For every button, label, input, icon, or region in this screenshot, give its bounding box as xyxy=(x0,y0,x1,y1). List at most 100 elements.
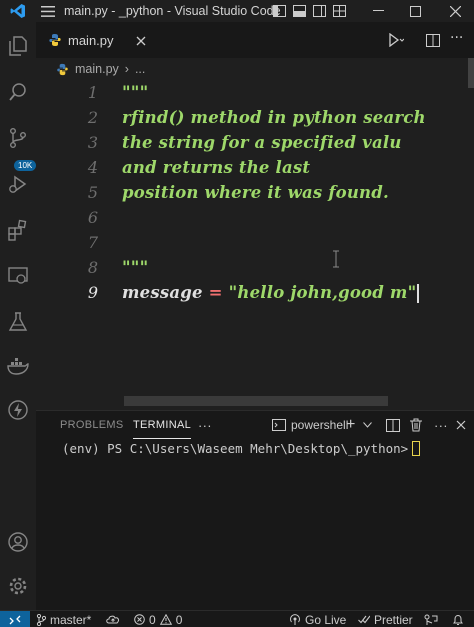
line-text: """ xyxy=(122,258,149,277)
error-count: 0 xyxy=(149,612,156,627)
tab-terminal[interactable]: TERMINAL xyxy=(133,411,192,439)
tab-problems[interactable]: PROBLEMS xyxy=(60,411,124,439)
line-text: message = "hello john,good m" xyxy=(122,282,420,303)
warning-count: 0 xyxy=(175,612,183,627)
new-terminal-plus-icon[interactable]: + xyxy=(346,411,356,439)
code-editor[interactable]: 1 """ 2 rfind() method in python search … xyxy=(36,80,474,410)
testing-flask-icon[interactable] xyxy=(0,304,36,340)
breadcrumb-separator-icon: › xyxy=(124,62,129,76)
token-variable: message xyxy=(122,282,203,302)
mouse-ibeam-cursor-icon xyxy=(331,250,341,268)
editor-tab-bar: main.py ··· xyxy=(36,22,474,58)
minimize-icon[interactable] xyxy=(360,0,396,22)
tab-label: main.py xyxy=(68,32,114,48)
text-cursor xyxy=(417,283,420,303)
error-icon xyxy=(134,614,145,625)
python-file-icon xyxy=(57,63,68,75)
terminal-output[interactable]: (env) PS C:\Users\Waseem Mehr\Desktop\_p… xyxy=(62,441,421,456)
code-line: 7 xyxy=(36,230,474,255)
line-text: """ xyxy=(122,83,149,102)
panel-more-icon[interactable]: ··· xyxy=(198,411,212,439)
close-window-icon[interactable] xyxy=(436,0,474,22)
panel-tab-bar: PROBLEMS TERMINAL ··· powershell + ··· xyxy=(36,411,474,439)
vscode-logo-icon xyxy=(0,0,36,22)
toggle-panel-icon[interactable] xyxy=(290,0,308,22)
go-live-label: Go Live xyxy=(305,612,347,627)
code-line: 1 """ xyxy=(36,80,474,105)
problems-indicator[interactable]: 0 0 xyxy=(134,611,182,627)
line-number: 8 xyxy=(87,258,98,277)
branch-name: master* xyxy=(50,612,92,627)
breadcrumb: main.py › ... xyxy=(56,58,145,80)
sync-icon[interactable] xyxy=(106,611,120,627)
line-text: the string for a specified valu xyxy=(122,133,402,152)
token-string: "hello john,good m" xyxy=(228,282,417,302)
line-number: 7 xyxy=(87,233,98,252)
terminal-cursor xyxy=(412,441,421,456)
extensions-icon[interactable] xyxy=(0,212,36,248)
run-debug-icon[interactable] xyxy=(0,166,36,202)
code-line: 6 xyxy=(36,205,474,230)
git-branch-icon xyxy=(36,613,46,626)
toggle-secondary-sidebar-icon[interactable] xyxy=(310,0,328,22)
remote-explorer-icon[interactable] xyxy=(0,258,36,294)
run-python-file-icon[interactable] xyxy=(388,32,405,51)
panel-more-actions-icon[interactable]: ··· xyxy=(434,411,448,439)
line-number: 2 xyxy=(87,108,98,127)
explorer-icon[interactable] xyxy=(0,28,36,64)
code-line: 3 the string for a specified valu xyxy=(36,130,474,155)
menu-icon[interactable] xyxy=(36,0,60,22)
toggle-primary-sidebar-icon[interactable] xyxy=(270,0,288,22)
terminal-icon xyxy=(272,419,286,431)
feedback-icon[interactable] xyxy=(424,611,438,627)
split-terminal-icon[interactable] xyxy=(386,411,400,439)
line-number: 5 xyxy=(87,183,98,202)
remote-indicator[interactable] xyxy=(0,611,30,627)
line-text: position where it was found. xyxy=(122,183,389,202)
breadcrumb-file[interactable]: main.py xyxy=(75,62,119,76)
horizontal-scrollbar[interactable] xyxy=(124,396,388,406)
close-tab-icon[interactable] xyxy=(136,31,146,50)
warning-icon xyxy=(159,614,172,625)
broadcast-icon xyxy=(290,613,300,625)
line-number: 3 xyxy=(87,133,98,152)
terminal-dropdown-chevron-icon[interactable] xyxy=(363,411,372,439)
branch-indicator[interactable]: master* xyxy=(36,611,91,627)
line-text: and returns the last xyxy=(122,158,311,177)
terminal-prompt: (env) PS C:\Users\Waseem Mehr\Desktop\_p… xyxy=(62,441,409,456)
line-number: 1 xyxy=(87,83,98,102)
breadcrumb-more[interactable]: ... xyxy=(135,62,145,76)
status-bar: master* 0 0 Go Live Prettier xyxy=(0,610,474,627)
live-share-lightning-icon[interactable] xyxy=(0,392,36,428)
bottom-panel: PROBLEMS TERMINAL ··· powershell + ··· (… xyxy=(36,410,474,610)
tab-main-py[interactable]: main.py xyxy=(48,22,146,58)
line-text: rfind() method in python search xyxy=(122,108,426,127)
title-bar: main.py - _python - Visual Studio Code xyxy=(0,0,474,22)
code-line-active: 9 message = "hello john,good m" xyxy=(36,280,474,305)
customize-layout-icon[interactable] xyxy=(330,0,348,22)
more-actions-icon[interactable]: ··· xyxy=(450,30,463,46)
search-icon[interactable] xyxy=(0,74,36,110)
line-number: 9 xyxy=(87,283,98,302)
token-operator: = xyxy=(208,282,223,302)
account-icon[interactable] xyxy=(0,524,36,560)
kill-terminal-trash-icon[interactable] xyxy=(410,411,422,439)
code-line: 2 rfind() method in python search xyxy=(36,105,474,130)
settings-gear-icon[interactable] xyxy=(0,568,36,604)
shell-name: powershell xyxy=(291,418,349,432)
window-title: main.py - _python - Visual Studio Code xyxy=(64,4,281,18)
code-line: 4 and returns the last xyxy=(36,155,474,180)
close-panel-icon[interactable] xyxy=(456,411,466,439)
go-live-button[interactable]: Go Live xyxy=(289,611,346,627)
maximize-icon[interactable] xyxy=(396,0,434,22)
prettier-button[interactable]: Prettier xyxy=(358,611,413,627)
source-control-icon[interactable] xyxy=(0,120,36,156)
split-editor-icon[interactable] xyxy=(426,32,440,51)
code-line: 8 """ xyxy=(36,255,474,280)
line-number: 4 xyxy=(87,158,98,177)
terminal-shell-selector[interactable]: powershell xyxy=(272,411,348,439)
editor-area: main.py ··· main.py › ... 1 """ 2 rfind(… xyxy=(36,22,474,410)
docker-icon[interactable] xyxy=(0,348,36,384)
notifications-bell-icon[interactable] xyxy=(452,611,464,627)
activity-bar: 10K xyxy=(0,22,37,610)
